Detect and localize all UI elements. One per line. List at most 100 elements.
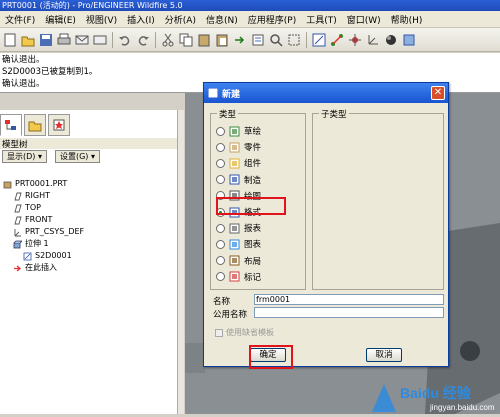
radio-button[interactable] [216,158,225,168]
name-label: 名称 [213,297,231,307]
type-option[interactable]: 报表 [216,220,261,236]
settings-button[interactable]: 设置(G) ▾ [54,150,100,163]
radio-button[interactable] [216,239,225,249]
use-default-template-label: 使用缺省模板 [226,328,274,337]
tree-row[interactable]: PRT0001.PRT [0,178,180,190]
radio-button[interactable] [216,142,225,152]
baidu-jingyan-logo: Baidu 经验 jingyan.baidu.com [372,384,495,412]
type-option[interactable]: 组件 [216,155,261,171]
menu-item[interactable]: 文件(F) [0,13,40,26]
tree-row[interactable]: TOP [0,202,180,214]
new-file-icon[interactable] [2,32,18,48]
open-folder-icon[interactable] [20,32,36,48]
tab-model-tree[interactable] [0,114,22,136]
radio-button[interactable] [216,126,225,136]
menu-bar: 文件(F) 编辑(E) 视图(V) 插入(I) 分析(A) 信息(N) 应用程序(P) 工具(… [0,11,500,28]
copy-icon[interactable] [178,32,194,48]
type-icon [229,239,240,250]
tree-row[interactable]: 在此插入 [0,262,180,274]
window-title: PRT0001 (活动的) - Pro/ENGINEER Wildfire 5.… [0,0,500,11]
datum-point-icon[interactable] [347,32,363,48]
menu-item[interactable]: 工具(T) [301,13,342,26]
tab-favorites[interactable] [48,114,70,136]
highlight-format-option [216,197,286,215]
sketch-tool-icon[interactable] [311,32,327,48]
tree-row[interactable]: PRT_CSYS_DEF [0,226,180,238]
menu-item[interactable]: 插入(I) [122,13,160,26]
tree-row-label: RIGHT [25,191,51,200]
sketch-icon [23,252,32,261]
regenerate-icon[interactable] [232,32,248,48]
model-tree-scrollbar[interactable] [177,110,184,414]
edit-tree-icon[interactable] [250,32,266,48]
radio-button[interactable] [216,223,225,233]
dialog-titlebar: 新建 [204,83,448,103]
datum-axis-icon[interactable] [329,32,345,48]
show-button[interactable]: 显示(D) ▾ [2,150,47,163]
common-name-input[interactable] [254,307,444,318]
watermark-url: jingyan.baidu.com [429,403,495,412]
model-tree-icon [5,120,16,130]
paste-icon[interactable] [196,32,212,48]
type-icon [229,271,240,282]
tree-row-label: PRT_CSYS_DEF [25,227,85,236]
email-icon[interactable] [92,32,108,48]
tab-folder-browser[interactable] [24,114,46,136]
tree-row-label: FRONT [25,215,53,224]
type-group-label: 类型 [217,108,239,120]
menu-item[interactable]: 视图(V) [81,13,122,26]
shading-icon[interactable] [383,32,399,48]
menu-item[interactable]: 编辑(E) [40,13,81,26]
navigator-tabs [0,114,70,138]
radio-button[interactable] [216,272,225,282]
save-icon[interactable] [38,32,54,48]
type-option[interactable]: 图表 [216,236,261,252]
select-box-icon[interactable] [286,32,302,48]
common-name-label: 公用名称 [213,310,248,320]
name-input[interactable]: frm0001 [254,294,444,305]
radio-button[interactable] [216,256,225,266]
checkbox-box [215,328,223,337]
extrude-icon [13,240,23,249]
type-option[interactable]: 草绘 [216,123,261,139]
tree-row[interactable]: S2D0001 [0,250,180,262]
find-icon[interactable] [268,32,284,48]
cut-icon[interactable] [160,32,176,48]
undo-icon[interactable] [117,32,133,48]
print-icon[interactable] [56,32,72,48]
tree-row[interactable]: FRONT [0,214,180,226]
tree-row[interactable]: 拉伸 1 [0,238,180,250]
subtype-group-label: 子类型 [319,108,349,120]
menu-item[interactable]: 应用程序(P) [243,13,301,26]
model-tree-panel: 模型树 显示(D) ▾ 设置(G) ▾ PRT0001.PRT RIGHT TOP F… [0,110,180,414]
paste-special-icon[interactable] [214,32,230,48]
close-icon[interactable]: ✕ [431,86,445,100]
type-option[interactable]: 制造 [216,172,261,188]
message-line: S2D0003已被复制到1。 [2,67,98,77]
send-mail-icon[interactable] [74,32,90,48]
model-tree-toolbar: 显示(D) ▾ 设置(G) ▾ [0,150,180,164]
menu-item[interactable]: 帮助(H) [386,13,428,26]
use-default-template-checkbox[interactable]: 使用缺省模板 [215,327,274,338]
baidu-watermark: Baidu 经验 jingyan.baidu.com [370,382,500,414]
csys-icon [13,228,22,237]
menu-item[interactable]: 窗口(W) [342,13,386,26]
type-option-label: 零件 [244,143,262,154]
tree-row-label: S2D0001 [35,251,72,260]
menu-item[interactable]: 信息(N) [201,13,243,26]
type-option-label: 报表 [244,224,262,235]
tree-row-label: PRT0001.PRT [15,179,68,188]
view-orient-icon[interactable] [401,32,417,48]
radio-button[interactable] [216,175,225,185]
toolbar-separator [112,31,113,48]
type-option[interactable]: 布局 [216,253,261,269]
message-line: 确认退出。 [2,55,45,65]
model-tree: PRT0001.PRT RIGHT TOP FRONT PRT_CSYS_DEF 拉伸 1… [0,178,180,274]
csys-icon[interactable] [365,32,381,48]
menu-item[interactable]: 分析(A) [160,13,201,26]
redo-icon[interactable] [135,32,151,48]
type-option[interactable]: 零件 [216,139,261,155]
type-option[interactable]: 标记 [216,269,261,285]
cancel-button[interactable]: 取消 [366,348,402,362]
tree-row[interactable]: RIGHT [0,190,180,202]
